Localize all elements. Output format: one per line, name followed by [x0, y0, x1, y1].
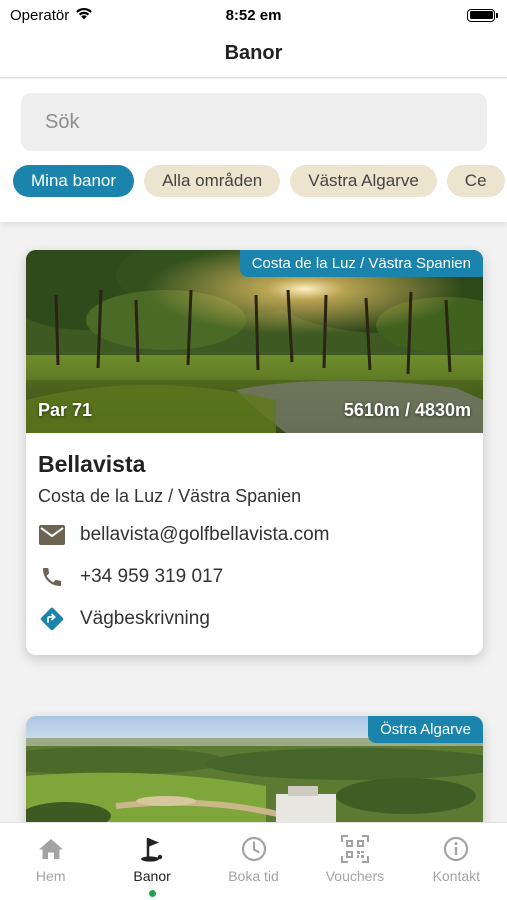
status-bar: Operatör 8:52 em: [0, 0, 507, 30]
info-icon: [442, 835, 470, 863]
directions-link[interactable]: Vägbeskrivning: [80, 608, 210, 630]
directions-icon: [38, 605, 66, 633]
tab-label: Boka tid: [228, 868, 279, 884]
tab-boka-tid[interactable]: Boka tid: [203, 823, 304, 900]
carrier-label: Operatör: [10, 6, 70, 24]
filter-area: Mina banor Alla områden Västra Algarve C…: [0, 79, 507, 222]
tab-label: Banor: [133, 868, 171, 884]
tab-vouchers[interactable]: Vouchers: [304, 823, 405, 900]
email-link[interactable]: bellavista@golfbellavista.com: [80, 524, 330, 546]
mail-icon: [38, 521, 66, 549]
home-icon: [37, 835, 65, 863]
page-title: Banor: [224, 42, 283, 64]
course-name: Bellavista: [38, 451, 146, 477]
directions-row[interactable]: Vägbeskrivning: [38, 605, 471, 633]
battery-icon: [467, 8, 498, 22]
clock-icon: [240, 835, 268, 863]
tab-label: Kontakt: [432, 868, 481, 884]
filter-chips: Mina banor Alla områden Västra Algarve C…: [13, 165, 505, 197]
tab-banor[interactable]: Banor: [101, 823, 202, 900]
navigation-bar: Banor: [0, 30, 507, 78]
course-photo: Costa de la Luz / Västra Spanien Par 71 …: [26, 250, 483, 433]
filter-chip-partial[interactable]: Ce: [446, 165, 505, 197]
region-tag: Costa de la Luz / Västra Spanien: [239, 250, 483, 277]
tab-hem[interactable]: Hem: [0, 823, 101, 900]
card-body: Bellavista Costa de la Luz / Västra Span…: [26, 433, 483, 633]
golf-flag-icon: [138, 835, 166, 863]
phone-icon: [38, 563, 66, 591]
status-left: Operatör: [10, 7, 93, 24]
qr-code-icon: [340, 835, 369, 863]
tab-label: Vouchers: [325, 868, 385, 884]
email-row[interactable]: bellavista@golfbellavista.com: [38, 521, 471, 549]
par-label: Par 71: [38, 400, 93, 420]
course-length: 5610m / 4830m: [343, 400, 471, 420]
active-tab-indicator: [148, 890, 156, 897]
phone-link[interactable]: +34 959 319 017: [80, 566, 223, 588]
filter-chip-alla-omraden[interactable]: Alla områden: [144, 165, 281, 197]
tab-label: Hem: [35, 868, 66, 884]
tab-bar: Hem Banor Boka tid Vouchers Kontakt: [0, 822, 507, 900]
wifi-icon: [75, 7, 93, 24]
search-input[interactable]: [21, 93, 487, 151]
region-tag: Östra Algarve: [368, 716, 483, 743]
course-card[interactable]: Costa de la Luz / Västra Spanien Par 71 …: [26, 250, 483, 655]
tab-kontakt[interactable]: Kontakt: [406, 823, 507, 900]
phone-row[interactable]: +34 959 319 017: [38, 563, 471, 591]
course-region: Costa de la Luz / Västra Spanien: [38, 486, 302, 506]
filter-chip-mina-banor[interactable]: Mina banor: [13, 165, 135, 197]
filter-chip-vastra-algarve[interactable]: Västra Algarve: [290, 165, 437, 197]
